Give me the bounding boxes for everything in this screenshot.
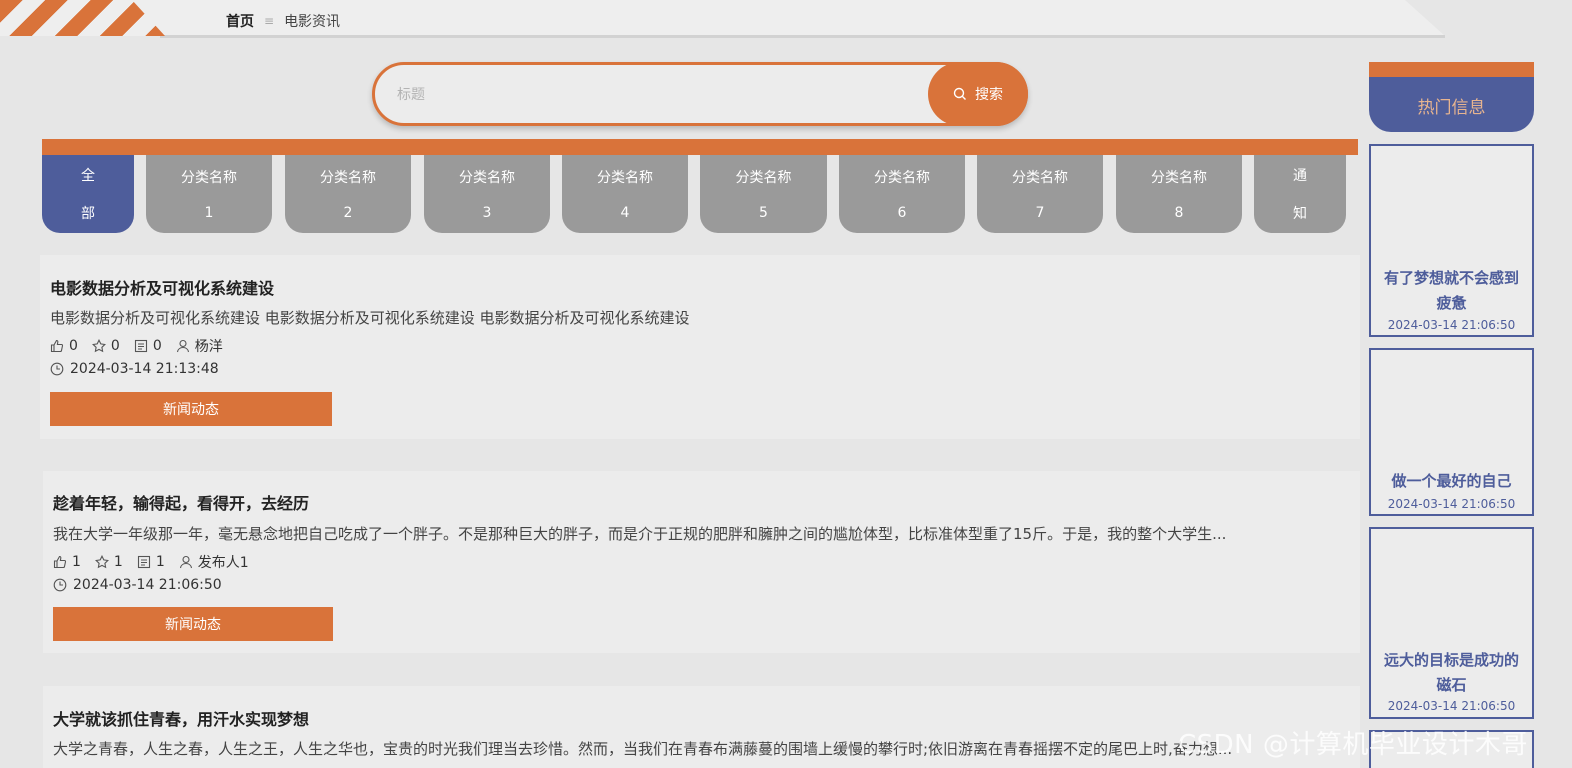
- likes: 0: [50, 338, 78, 354]
- tab-label-line2: 3: [482, 205, 492, 221]
- hot-item-date: 2024-03-14 21:06:50: [1387, 497, 1516, 511]
- hot-item[interactable]: 远大的目标是成功的磁石 2024-03-14 21:06:50: [1369, 527, 1534, 719]
- search-button[interactable]: 搜索: [928, 62, 1028, 126]
- hot-item-title: 做一个最好的自己: [1391, 472, 1512, 490]
- news-time: 2024-03-14 21:06:50: [53, 577, 222, 593]
- tab-category-3[interactable]: 分类名称 3: [424, 155, 550, 233]
- tab-category-8[interactable]: 分类名称 8: [1116, 155, 1242, 233]
- tab-label-line1: 分类名称: [459, 170, 515, 186]
- tab-all[interactable]: 全 部: [42, 155, 134, 233]
- breadcrumb: 首页 ≡ 电影资讯: [226, 11, 340, 31]
- news-tag-button[interactable]: 新闻动态: [53, 607, 333, 641]
- news-timestamp: 2024-03-14 21:06:50: [73, 577, 222, 593]
- likes-count: 1: [72, 554, 81, 570]
- star-icon: [94, 555, 109, 569]
- comments-count: 1: [155, 554, 165, 570]
- comment-icon: [134, 339, 147, 353]
- news-title[interactable]: 趁着年轻，输得起，看得开，去经历: [53, 490, 309, 514]
- likes: 1: [53, 554, 81, 570]
- tab-category-5[interactable]: 分类名称 5: [700, 155, 827, 233]
- user-icon: [176, 339, 189, 353]
- tab-label-line2: 2: [343, 205, 353, 221]
- tab-label-line1: 分类名称: [874, 170, 930, 186]
- news-description: 我在大学一年级那一年，毫无悬念地把自己吃成了一个胖子。不是那种巨大的胖子，而是介…: [53, 525, 1227, 543]
- comment-icon: [137, 555, 150, 569]
- hot-item-date: 2024-03-14 21:06:50: [1387, 318, 1516, 332]
- news-timestamp: 2024-03-14 21:13:48: [70, 361, 219, 377]
- hot-item-title: 远大的目标是成功的磁石: [1383, 651, 1519, 694]
- tab-label-line1: 通: [1293, 168, 1307, 184]
- tab-label-line2: 部: [81, 206, 95, 222]
- tab-category-1[interactable]: 分类名称 1: [146, 155, 272, 233]
- tab-label-line1: 分类名称: [320, 170, 376, 186]
- favorites: 0: [91, 338, 120, 354]
- category-strip: [42, 139, 1358, 155]
- tab-category-2[interactable]: 分类名称 2: [285, 155, 411, 233]
- hot-info-header: 热门信息: [1369, 62, 1534, 132]
- clock-icon: [53, 578, 67, 592]
- comments: 1: [137, 554, 165, 570]
- breadcrumb-home-link[interactable]: 首页: [226, 11, 254, 31]
- search-icon: [953, 87, 966, 100]
- comments-count: 0: [152, 338, 162, 354]
- thumbs-up-icon: [50, 339, 64, 353]
- news-meta: 0 0 0 杨洋: [50, 336, 231, 356]
- tab-label-line2: 5: [759, 205, 768, 221]
- hot-info-title: 热门信息: [1417, 98, 1486, 118]
- tab-label-line2: 4: [620, 205, 630, 221]
- search-input[interactable]: [395, 77, 919, 113]
- top-bar-background: [0, 0, 1445, 36]
- news-time: 2024-03-14 21:13:48: [50, 361, 219, 377]
- top-bar: 首页 ≡ 电影资讯: [0, 0, 1445, 38]
- star-icon: [91, 339, 106, 353]
- thumbs-up-icon: [53, 555, 67, 569]
- comments: 0: [134, 338, 162, 354]
- news-title[interactable]: 大学就该抓住青春，用汗水实现梦想: [53, 706, 309, 730]
- hot-item[interactable]: 有了梦想就不会感到疲惫 2024-03-14 21:06:50: [1369, 144, 1534, 337]
- hot-header-accent-bar: [1369, 62, 1534, 77]
- news-meta: 1 1 1 发布人1: [53, 552, 257, 572]
- clock-icon: [50, 362, 64, 376]
- news-card[interactable]: 电影数据分析及可视化系统建设 电影数据分析及可视化系统建设 电影数据分析及可视化…: [40, 255, 1360, 439]
- tab-label-line1: 分类名称: [1151, 170, 1207, 186]
- tab-label-line1: 分类名称: [1012, 170, 1068, 186]
- tab-label-line2: 1: [204, 205, 214, 221]
- tab-label-line1: 分类名称: [181, 170, 237, 186]
- watermark: CSDN @计算机毕业设计木哥: [1178, 730, 1528, 760]
- tab-label-line2: 知: [1293, 206, 1307, 222]
- tab-label-line2: 7: [1035, 205, 1045, 221]
- news-description: 大学之青春，人生之春，人生之王，人生之华也，宝贵的时光我们理当去珍惜。然而，当我…: [53, 740, 1233, 758]
- search-box: 搜索: [372, 62, 1028, 126]
- tab-label-line2: 8: [1174, 205, 1184, 221]
- user-icon: [179, 555, 192, 569]
- hot-item-date: 2024-03-14 21:06:50: [1387, 699, 1516, 713]
- favorites-count: 1: [113, 554, 123, 570]
- tab-label-line2: 6: [897, 205, 907, 221]
- author: 杨洋: [176, 336, 223, 356]
- news-description: 电影数据分析及可视化系统建设 电影数据分析及可视化系统建设 电影数据分析及可视化…: [50, 309, 690, 327]
- breadcrumb-current: 电影资讯: [284, 14, 341, 30]
- tab-category-7[interactable]: 分类名称 7: [977, 155, 1103, 233]
- favorites-count: 0: [110, 338, 120, 354]
- tab-label-line1: 全: [81, 168, 95, 184]
- top-bar-shadow: [160, 35, 1445, 38]
- tab-category-4[interactable]: 分类名称 4: [562, 155, 688, 233]
- author-name: 发布人1: [197, 555, 249, 571]
- tab-category-6[interactable]: 分类名称 6: [839, 155, 965, 233]
- tab-label-line1: 分类名称: [597, 170, 653, 186]
- author: 发布人1: [179, 552, 249, 572]
- tab-label-line1: 分类名称: [735, 170, 792, 186]
- author-name: 杨洋: [194, 339, 223, 355]
- hot-item[interactable]: 做一个最好的自己 2024-03-14 21:06:50: [1369, 348, 1534, 516]
- breadcrumb-separator-icon: ≡: [264, 14, 275, 28]
- search-button-label: 搜索: [975, 87, 1003, 103]
- likes-count: 0: [69, 338, 78, 354]
- tab-notice[interactable]: 通 知: [1254, 155, 1346, 233]
- news-title[interactable]: 电影数据分析及可视化系统建设: [50, 275, 274, 299]
- news-card[interactable]: 趁着年轻，输得起，看得开，去经历 我在大学一年级那一年，毫无悬念地把自己吃成了一…: [43, 471, 1360, 653]
- news-tag-button[interactable]: 新闻动态: [50, 392, 332, 426]
- hot-item-title: 有了梦想就不会感到疲惫: [1383, 269, 1519, 312]
- news-card[interactable]: 大学就该抓住青春，用汗水实现梦想 大学之青春，人生之春，人生之王，人生之华也，宝…: [43, 686, 1360, 768]
- favorites: 1: [94, 554, 123, 570]
